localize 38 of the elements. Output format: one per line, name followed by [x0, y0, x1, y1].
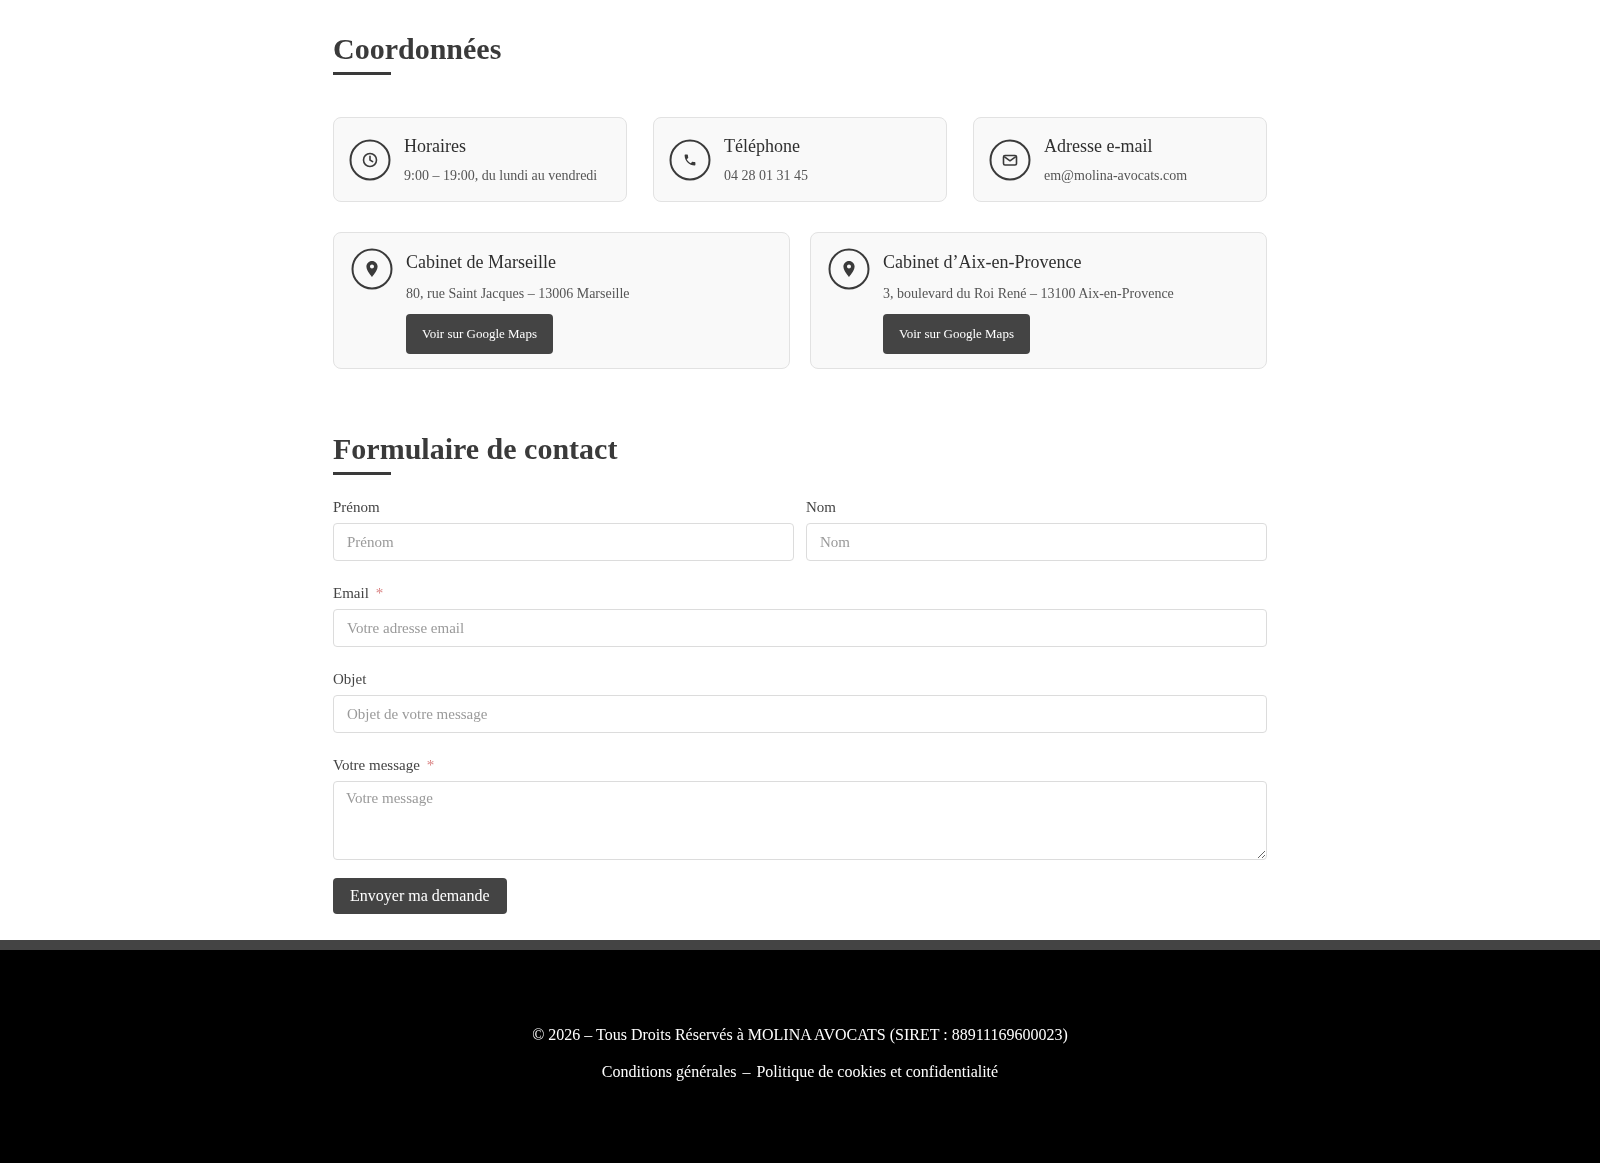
card-text: em@molina-avocats.com [1044, 167, 1188, 185]
envelope-icon [989, 139, 1031, 181]
required-mark: * [375, 584, 384, 603]
field-label: Votre message [333, 756, 420, 775]
card-title: Cabinet d’Aix-en-Provence [883, 251, 1082, 274]
card-title: Téléphone [724, 135, 800, 158]
map-pin-icon [351, 248, 393, 290]
section-heading: Coordonnées [333, 31, 502, 67]
heading-underline [333, 72, 391, 75]
heading-underline [333, 472, 391, 475]
card-text: 04 28 01 31 45 [724, 167, 808, 185]
card-title: Cabinet de Marseille [406, 251, 556, 274]
field-label: Email [333, 584, 369, 603]
card-title: Horaires [404, 135, 466, 158]
field-label: Objet [333, 670, 367, 689]
clock-icon [349, 139, 391, 181]
map-button[interactable]: Voir sur Google Maps [883, 314, 1030, 354]
field-label: Nom [806, 498, 836, 517]
submit-button[interactable]: Envoyer ma demande [333, 878, 507, 914]
address-text: 80, rue Saint Jacques – 13006 Marseille [406, 285, 630, 303]
map-button[interactable]: Voir sur Google Maps [406, 314, 553, 354]
address-text: 3, boulevard du Roi René – 13100 Aix-en-Provence [883, 285, 1174, 303]
section-heading: Formulaire de contact [333, 431, 618, 467]
required-mark: * [426, 756, 435, 775]
footer-link[interactable]: Politique de cookies et confidentialité [756, 1061, 999, 1083]
map-pin-icon [828, 248, 870, 290]
footer-link[interactable]: Conditions générales [601, 1061, 737, 1083]
card-title: Adresse e-mail [1044, 135, 1153, 158]
phone-icon [669, 139, 711, 181]
text-field[interactable]: Prénom [333, 523, 794, 561]
separator-text: – [742, 1062, 751, 1082]
text-field[interactable]: Nom [806, 523, 1267, 561]
text-field[interactable]: Objet de votre message [333, 695, 1267, 733]
text-field[interactable]: Votre adresse email [333, 609, 1267, 647]
message-field[interactable]: Votre message [333, 781, 1267, 860]
field-label: Prénom [333, 498, 380, 517]
copyright-text: © 2026 – Tous Droits Réservés à MOLINA AVOCATS (SIRET : 88911169600023) [532, 1025, 1068, 1046]
card-text: 9:00 – 19:00, du lundi au vendredi [404, 167, 598, 185]
